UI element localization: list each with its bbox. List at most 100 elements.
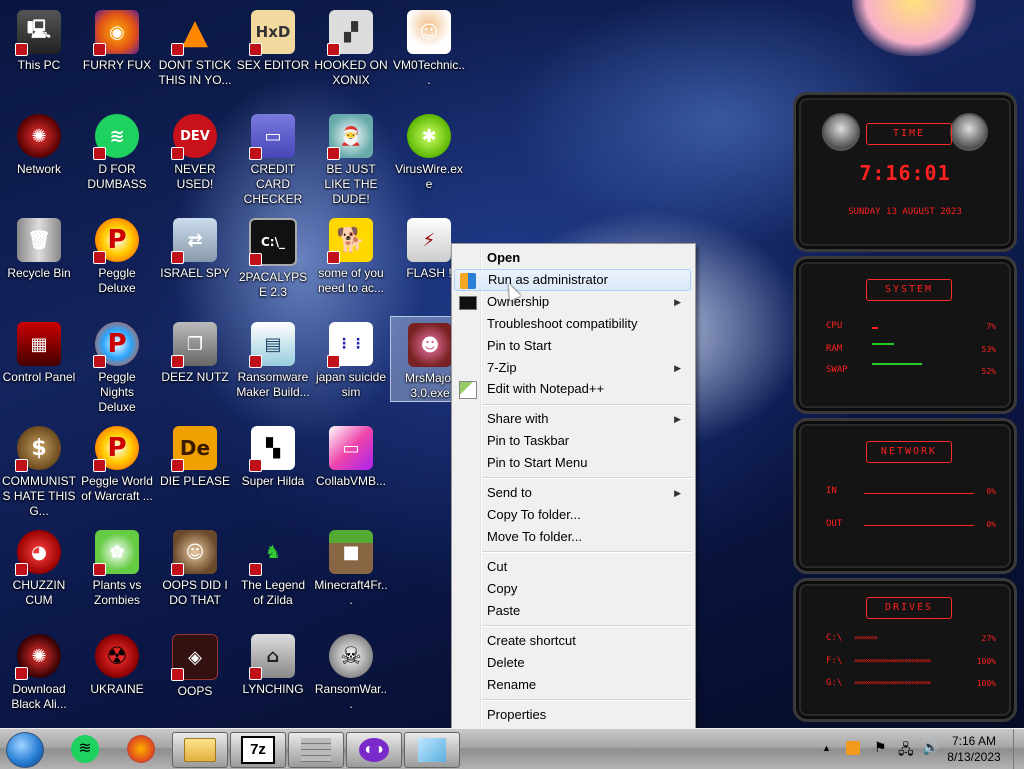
- tray-app-icon[interactable]: [846, 741, 860, 755]
- desktop-icon-this-pc[interactable]: 🖳 This PC: [0, 4, 78, 104]
- desktop-icon-minecraft4free[interactable]: ■ Minecraft4Fr...: [312, 524, 390, 624]
- taskbar-brick-app[interactable]: [288, 732, 344, 768]
- taskbar-firefox[interactable]: [114, 732, 168, 766]
- menu-item-copy[interactable]: Copy: [454, 578, 691, 600]
- drive-c-value: 27%: [981, 634, 996, 643]
- menu-item-share-with[interactable]: Share with ▶: [454, 408, 691, 430]
- desktop-icon-oops-did-i[interactable]: ☺ OOPS DID I DO THAT: [156, 524, 234, 624]
- devcpp-icon: DEV: [171, 114, 217, 160]
- desktop-icon-hooked-on-xonix[interactable]: ▞ HOOKED ON XONIX: [312, 4, 390, 104]
- spotify-icon: ≋: [71, 735, 99, 763]
- desktop-icon-communists[interactable]: $ COMMUNISTS HATE THIS G...: [0, 420, 78, 520]
- menu-item-label: Troubleshoot compatibility: [487, 316, 638, 331]
- desktop-icon-peggle-nights[interactable]: P Peggle Nights Deluxe: [78, 316, 156, 416]
- taskbar-explorer[interactable]: [172, 732, 228, 768]
- desktop-icon-chuzzin-cum[interactable]: ◕ CHUZZIN CUM: [0, 524, 78, 624]
- start-button[interactable]: [6, 732, 44, 768]
- desktop-icon-oops[interactable]: ◈ OOPS: [156, 628, 234, 728]
- desktop-icon-plants-vs-zombies[interactable]: ✿ Plants vs Zombies: [78, 524, 156, 624]
- desktop-icon-ransomware-maker[interactable]: ▤ Ransomware Maker Build...: [234, 316, 312, 416]
- swap-label: SWAP: [826, 365, 848, 375]
- desktop-icon-vm0technic[interactable]: ☺ VM0Technic...: [390, 4, 468, 104]
- desktop-icon-network[interactable]: ✺ Network: [0, 108, 78, 208]
- desktop-icon-furry-fux[interactable]: ◉ FURRY FUX: [78, 4, 156, 104]
- menu-item-delete[interactable]: Delete: [454, 652, 691, 674]
- desktop-icon-peggle-deluxe[interactable]: P Peggle Deluxe: [78, 212, 156, 312]
- menu-item-rename[interactable]: Rename: [454, 674, 691, 696]
- desktop-icon-collabvm[interactable]: ▭ CollabVMB...: [312, 420, 390, 520]
- grass-block-icon: ■: [329, 530, 373, 574]
- system-panel: SYSTEM CPU 7% RAM 53% SWAP 52%: [793, 256, 1017, 414]
- taskbar-7zip[interactable]: 7z: [230, 732, 286, 768]
- volume-icon[interactable]: 🔊: [922, 739, 939, 756]
- menu-item-move-to-folder[interactable]: Move To folder...: [454, 526, 691, 548]
- menu-item-paste[interactable]: Paste: [454, 600, 691, 622]
- desktop-icon-d-for-dumbass[interactable]: ≋ D FOR DUMBASS: [78, 108, 156, 208]
- context-menu: Open Run as administrator Ownership ▶ Tro…: [451, 243, 696, 729]
- alienware-monitor-gadget: TIME 7:16:01 SUNDAY 13 AUGUST 2023 SYSTE…: [793, 92, 1017, 722]
- notes-icon: [418, 738, 446, 762]
- menu-item-properties[interactable]: Properties: [454, 704, 691, 726]
- desktop-icon-peggle-wow[interactable]: P Peggle World of Warcraft ...: [78, 420, 156, 520]
- control-panel-icon: ▦: [17, 322, 61, 366]
- menu-item-ownership[interactable]: Ownership ▶: [454, 291, 691, 313]
- desktop-icon-lynching[interactable]: ⌂ LYNCHING: [234, 628, 312, 728]
- money-bag-icon: $: [15, 426, 61, 472]
- submenu-arrow-icon: ▶: [674, 297, 681, 307]
- desktop-icon-be-just-like-the-dude[interactable]: 🎅 BE JUST LIKE THE DUDE!: [312, 108, 390, 208]
- desktop-icon-credit-card-checker[interactable]: ▭ CREDIT CARD CHECKER: [234, 108, 312, 208]
- desktop-icon-israel-spy[interactable]: ⇄ ISRAEL SPY: [156, 212, 234, 312]
- menu-item-pin-to-start-menu[interactable]: Pin to Start Menu: [454, 452, 691, 474]
- menu-separator: [482, 625, 692, 627]
- desktop-icon-some-of-you[interactable]: 🐕 some of you need to ac...: [312, 212, 390, 312]
- desktop-icon-super-hilda[interactable]: ▚ Super Hilda: [234, 420, 312, 520]
- menu-item-label: Pin to Start: [487, 338, 552, 353]
- menu-item-run-as-administrator[interactable]: Run as administrator: [454, 269, 691, 291]
- taskbar-notes-app[interactable]: [404, 732, 460, 768]
- drive-g-label: G:\: [826, 678, 843, 688]
- desktop-icon-ransomwar[interactable]: ☠ RansomWar...: [312, 628, 390, 728]
- cpu-label: CPU: [826, 321, 843, 331]
- menu-item-7zip[interactable]: 7-Zip ▶: [454, 357, 691, 379]
- flag-icon[interactable]: ⚑: [874, 739, 887, 756]
- network-tray-icon[interactable]: 🖧: [898, 739, 914, 763]
- drives-panel: DRIVES C:\ »»»»»» 27% F:\ »»»»»»»»»»»»»»…: [793, 578, 1017, 722]
- menu-item-label: Properties: [487, 707, 547, 722]
- menu-item-cut[interactable]: Cut: [454, 556, 691, 578]
- desktop-icon-viruswire[interactable]: ✱ VirusWire.exe: [390, 108, 468, 208]
- drives-panel-title: DRIVES: [866, 597, 952, 619]
- menu-item-create-shortcut[interactable]: Create shortcut: [454, 630, 691, 652]
- menu-item-copy-to-folder[interactable]: Copy To folder...: [454, 504, 691, 526]
- out-value: 0%: [986, 520, 996, 529]
- network-spy-icon: ⇄: [171, 218, 217, 264]
- desktop-icon-deez-nutz[interactable]: ❐ DEEZ NUTZ: [156, 316, 234, 416]
- taskbar-mask-app[interactable]: ◐◑: [346, 732, 402, 768]
- desktop-icon-japan-suicide-sim[interactable]: ⋮⋮ japan suicide sim: [312, 316, 390, 416]
- desktop-icon-download-black-ali[interactable]: ✺ Download Black Ali...: [0, 628, 78, 728]
- taskbar-spotify[interactable]: ≋: [58, 732, 112, 766]
- menu-item-label: Send to: [487, 485, 532, 500]
- taskbar-clock[interactable]: 7:16 AM 8/13/2023: [942, 733, 1006, 765]
- hxd-icon: HxD: [249, 10, 295, 56]
- desktop-icon-legend-of-zilda[interactable]: ♞ The Legend of Zilda: [234, 524, 312, 624]
- desktop-icon-recycle-bin[interactable]: 🗑 Recycle Bin: [0, 212, 78, 312]
- show-hidden-icons-icon[interactable]: ▲: [822, 743, 831, 753]
- desktop-icon-dont-stick[interactable]: ▲ DONT STICK THIS IN YO...: [156, 4, 234, 104]
- menu-item-pin-to-taskbar[interactable]: Pin to Taskbar: [454, 430, 691, 452]
- drive-g-bar: »»»»»»»»»»»»»»»»»»»»: [854, 678, 931, 687]
- desktop-icon-never-used[interactable]: DEV NEVER USED!: [156, 108, 234, 208]
- desktop-icon-ukraine[interactable]: ☢ UKRAINE: [78, 628, 156, 728]
- desktop-icon-sex-editor[interactable]: HxD SEX EDITOR: [234, 4, 312, 104]
- menu-item-open[interactable]: Open: [454, 247, 691, 269]
- peggle-wow-icon: P: [93, 426, 139, 472]
- menu-item-troubleshoot[interactable]: Troubleshoot compatibility: [454, 313, 691, 335]
- show-desktop-button[interactable]: [1013, 729, 1024, 769]
- desktop-icon-2pacalypse[interactable]: C:\_ 2PACALYPSE 2.3: [234, 212, 312, 312]
- monitor-icon: ▭: [329, 426, 373, 470]
- menu-item-pin-to-start[interactable]: Pin to Start: [454, 335, 691, 357]
- desktop-icon-die-please[interactable]: De DIE PLEASE: [156, 420, 234, 520]
- menu-item-send-to[interactable]: Send to ▶: [454, 482, 691, 504]
- menu-item-edit-notepadpp[interactable]: Edit with Notepad++: [454, 378, 691, 400]
- desktop-icon-control-panel[interactable]: ▦ Control Panel: [0, 316, 78, 416]
- chuzzle-icon: ◕: [15, 530, 61, 576]
